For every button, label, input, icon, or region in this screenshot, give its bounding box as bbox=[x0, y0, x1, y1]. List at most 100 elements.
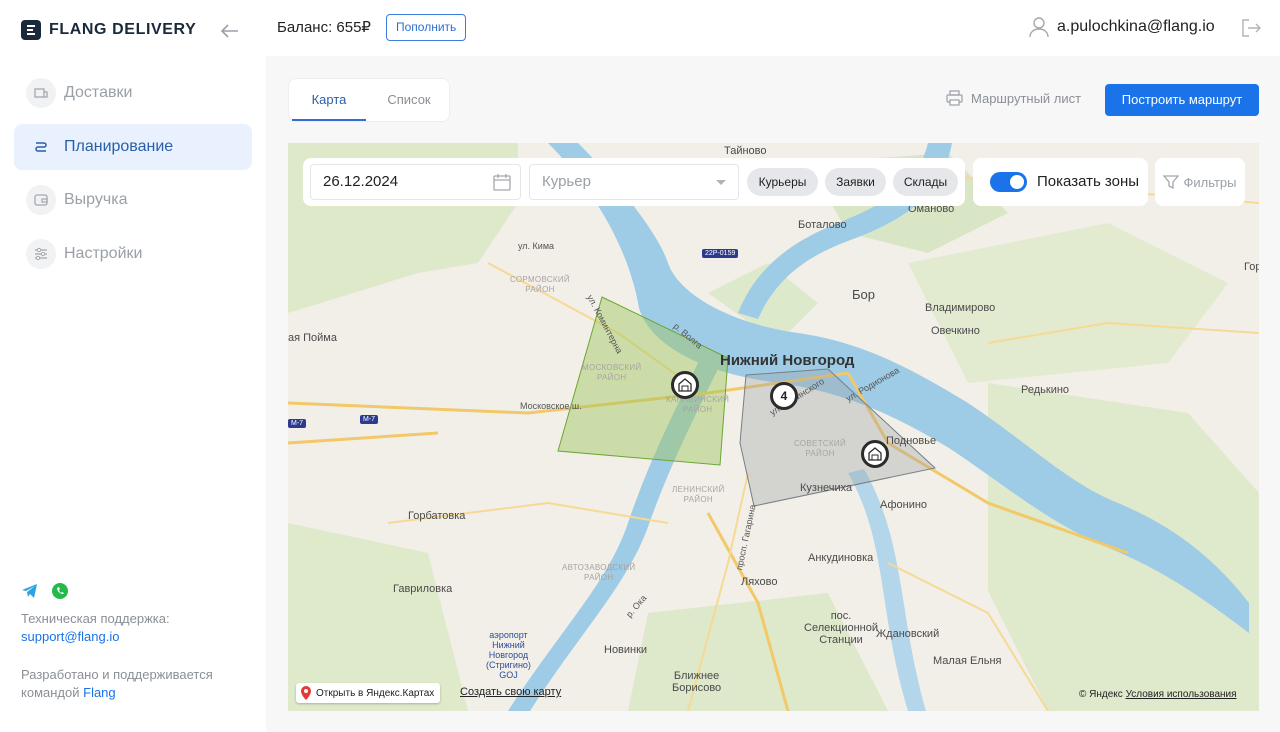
courier-placeholder: Курьер bbox=[542, 173, 591, 190]
user-email: a.pulochkina@flang.io bbox=[1057, 18, 1215, 35]
arrow-left-icon bbox=[220, 24, 238, 38]
map-label: Кузнечиха bbox=[800, 482, 853, 494]
support-email-link[interactable]: support@flang.io bbox=[21, 629, 119, 644]
route-sheet-label: Маршрутный лист bbox=[971, 90, 1082, 106]
copyright-text: © Яндекс bbox=[1079, 689, 1123, 700]
show-zones-label: Показать зоны bbox=[1037, 173, 1140, 190]
map-label: Гавриловка bbox=[393, 583, 453, 595]
date-picker[interactable]: 26.12.2024 bbox=[310, 164, 521, 200]
logo-icon bbox=[21, 20, 41, 40]
chip-orders[interactable]: Заявки bbox=[825, 168, 886, 196]
map[interactable]: Тайново Оманово Боталово Бор Владимирово… bbox=[288, 143, 1259, 711]
sidebar-item-label: Выручка bbox=[64, 191, 128, 208]
warehouse-icon bbox=[678, 378, 692, 392]
map-label-road: ул. Кима bbox=[518, 241, 555, 251]
logout-button[interactable] bbox=[1240, 17, 1262, 39]
courier-select[interactable]: Курьер bbox=[529, 164, 739, 200]
map-label: Анкудиновка bbox=[808, 552, 874, 564]
map-label-highway: М-7 bbox=[360, 415, 379, 424]
map-label-district: КАНАВИНСКИЙ РАЙОН bbox=[666, 395, 730, 414]
credit-prefix: Разработано и поддерживается командой bbox=[21, 667, 213, 700]
support-label: Техническая поддержка: bbox=[21, 611, 170, 626]
chevron-down-icon bbox=[716, 180, 726, 185]
filters-label: Фильтры bbox=[1183, 174, 1237, 190]
map-label-road: Московское ш. bbox=[520, 401, 582, 411]
warehouse-icon bbox=[868, 447, 882, 461]
map-background bbox=[288, 143, 1259, 711]
map-label: Гор bbox=[1244, 261, 1259, 273]
sidebar-item-label: Настройки bbox=[64, 244, 143, 262]
sidebar-item-revenue[interactable]: Выручка bbox=[14, 177, 252, 223]
warehouse-marker[interactable] bbox=[861, 440, 889, 468]
map-label: Новинки bbox=[604, 644, 648, 656]
collapse-sidebar-button[interactable] bbox=[218, 20, 242, 42]
warehouse-marker[interactable] bbox=[671, 371, 699, 399]
sidebar-item-settings[interactable]: Настройки bbox=[14, 231, 252, 277]
filters-button[interactable]: Фильтры bbox=[1155, 158, 1245, 206]
map-label: Боталово bbox=[798, 219, 847, 231]
user-icon bbox=[1029, 17, 1049, 38]
route-icon bbox=[26, 132, 56, 162]
map-label: Ляхово bbox=[741, 576, 778, 588]
map-label-district: АВТОЗАВОДСКИЙ РАЙОН bbox=[562, 563, 636, 582]
map-label-highway: 22Р-0159 bbox=[702, 249, 739, 258]
sidebar-nav: Доставки Планирование Выручка Настройки bbox=[14, 70, 252, 284]
map-label: ая Пойма bbox=[288, 332, 337, 344]
map-label-district: СОВЕТСКИЙ РАЙОН bbox=[794, 439, 847, 458]
sidebar-item-deliveries[interactable]: Доставки bbox=[14, 70, 252, 116]
topup-button[interactable]: Пополнить bbox=[386, 14, 467, 41]
create-map-link[interactable]: Создать свою карту bbox=[460, 686, 561, 698]
show-zones-toggle[interactable] bbox=[990, 172, 1027, 192]
view-tabs: Карта Список bbox=[288, 78, 450, 122]
map-label: Владимирово bbox=[925, 302, 996, 314]
map-label: Ближнее Борисово bbox=[672, 670, 722, 694]
map-label-city: Нижний Новгород bbox=[720, 352, 855, 369]
route-sheet-button[interactable]: Маршрутный лист bbox=[946, 90, 1081, 106]
map-label-district: СОРМОВСКИЙ РАЙОН bbox=[510, 275, 570, 294]
chip-warehouses[interactable]: Склады bbox=[893, 168, 958, 196]
flang-link[interactable]: Flang bbox=[83, 685, 116, 700]
build-route-button[interactable]: Построить маршрут bbox=[1105, 84, 1259, 116]
cluster-marker[interactable]: 4 bbox=[770, 382, 798, 410]
tab-map[interactable]: Карта bbox=[289, 79, 369, 121]
user-profile[interactable]: a.pulochkina@flang.io bbox=[1029, 16, 1215, 38]
map-copyright: © Яндекс Условия использования bbox=[1079, 689, 1237, 700]
tab-list[interactable]: Список bbox=[369, 79, 449, 121]
map-label: Овечкино bbox=[931, 325, 980, 337]
balance: Баланс: 655₽ bbox=[277, 19, 371, 36]
top-header: Баланс: 655₽ Пополнить a.pulochkina@flan… bbox=[266, 0, 1280, 56]
map-label-highway: М-7 bbox=[288, 419, 307, 428]
map-label: Малая Ельня bbox=[933, 655, 1002, 667]
wallet-icon bbox=[26, 185, 56, 215]
telegram-icon[interactable] bbox=[21, 582, 39, 600]
logo[interactable]: FLANG DELIVERY bbox=[21, 20, 196, 40]
support-section: Техническая поддержка: support@flang.io … bbox=[21, 582, 251, 702]
chip-couriers[interactable]: Курьеры bbox=[747, 168, 818, 196]
map-pin-icon bbox=[301, 686, 311, 700]
map-label: пос. Селекционной Станции bbox=[804, 610, 879, 646]
sidebar-item-label: Планирование bbox=[64, 137, 174, 155]
settings-icon bbox=[26, 238, 56, 269]
map-label-airport: аэропорт Нижний Новгород (Стригино) GOJ bbox=[486, 630, 531, 680]
terms-link[interactable]: Условия использования bbox=[1126, 689, 1237, 700]
logout-icon bbox=[1242, 19, 1261, 37]
logo-text: FLANG DELIVERY bbox=[49, 21, 197, 38]
printer-icon bbox=[946, 90, 963, 106]
sidebar-item-label: Доставки bbox=[64, 84, 133, 101]
credit-text: Разработано и поддерживается командой Fl… bbox=[21, 666, 251, 702]
map-label: Ждановский bbox=[876, 628, 940, 640]
map-label: Тайново bbox=[724, 145, 767, 157]
delivery-icon bbox=[26, 78, 56, 108]
open-in-yandex-label: Открыть в Яндекс.Картах bbox=[316, 687, 435, 699]
filter-icon bbox=[1163, 175, 1180, 190]
whatsapp-icon[interactable] bbox=[51, 582, 69, 600]
map-label: Подновье bbox=[886, 435, 937, 447]
map-label: Афонино bbox=[880, 499, 928, 511]
open-in-yandex-button[interactable]: Открыть в Яндекс.Картах bbox=[296, 683, 441, 703]
map-label-district: МОСКОВСКИЙ РАЙОН bbox=[582, 363, 642, 382]
sidebar-item-planning[interactable]: Планирование bbox=[14, 123, 252, 170]
calendar-icon[interactable] bbox=[493, 173, 511, 191]
map-label: Горбатовка bbox=[408, 510, 466, 522]
map-label: Редькино bbox=[1021, 384, 1070, 396]
date-value: 26.12.2024 bbox=[323, 173, 399, 190]
